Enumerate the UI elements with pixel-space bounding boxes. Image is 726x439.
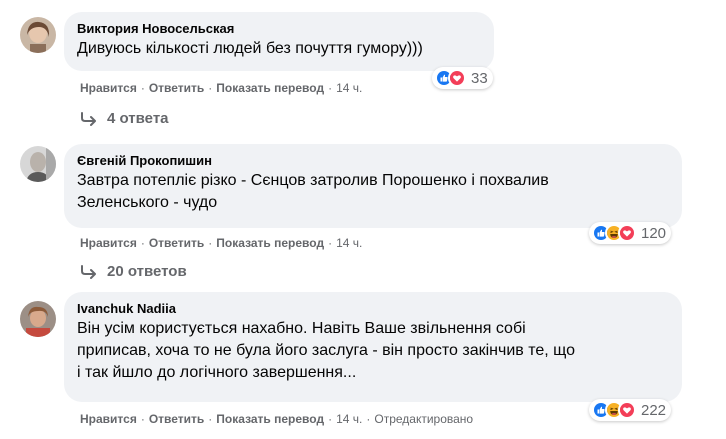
reaction-icons — [435, 69, 466, 87]
reaction-icons — [592, 224, 636, 242]
comment-bubble: Євгеній Прокопишин Завтра потепліє різко… — [64, 144, 682, 228]
comment-actions: Нравится · Ответить · Показать перевод ·… — [80, 412, 473, 426]
reaction-summary[interactable]: 222 — [589, 399, 672, 421]
separator: · — [140, 412, 145, 426]
timestamp[interactable]: 14 ч. — [336, 81, 362, 95]
avatar[interactable] — [20, 301, 56, 337]
reply-link[interactable]: Ответить — [149, 236, 204, 250]
reaction-summary[interactable]: 33 — [432, 67, 493, 89]
view-replies-button[interactable]: 20 ответов — [80, 263, 187, 280]
replies-count-label: 4 ответа — [107, 110, 169, 127]
author-name[interactable]: Євгеній Прокопишин — [77, 152, 670, 169]
translate-link[interactable]: Показать перевод — [216, 236, 324, 250]
like-link[interactable]: Нравится — [80, 412, 137, 426]
comment-text-line: Завтра потепліє різко - Сєнцов затролив … — [77, 172, 549, 189]
comment-actions: Нравится · Ответить · Показать перевод ·… — [80, 236, 362, 250]
reaction-icons — [592, 401, 636, 419]
reply-arrow-icon — [81, 111, 96, 126]
separator: · — [208, 412, 213, 426]
comment-text: Він усім користується нахабно. Навіть Ва… — [77, 318, 670, 384]
love-icon — [618, 401, 636, 419]
reaction-summary[interactable]: 120 — [589, 222, 672, 244]
author-name[interactable]: Виктория Новосельская — [77, 20, 482, 37]
avatar[interactable] — [20, 17, 56, 53]
comment-actions: Нравится · Ответить · Показать перевод ·… — [80, 81, 362, 95]
reply-link[interactable]: Ответить — [149, 81, 204, 95]
separator: · — [140, 236, 145, 250]
separator: · — [328, 412, 333, 426]
reaction-count: 33 — [471, 69, 488, 87]
comment-bubble: Виктория Новосельская Дивуюсь кількості … — [64, 12, 494, 71]
comment-text: Дивуюсь кількості людей без почуття гумо… — [77, 38, 482, 60]
edited-label[interactable]: Отредактировано — [374, 412, 473, 426]
comment-text-line: Дивуюсь кількості людей без почуття гумо… — [77, 40, 423, 57]
translate-link[interactable]: Показать перевод — [216, 81, 324, 95]
love-icon — [618, 224, 636, 242]
timestamp[interactable]: 14 ч. — [336, 236, 362, 250]
comment-text-line: і так йшло до логічного завершення... — [77, 364, 357, 381]
reaction-count: 120 — [641, 224, 667, 242]
timestamp[interactable]: 14 ч. — [336, 412, 362, 426]
separator: · — [328, 81, 333, 95]
comment-text-line: Зеленського - чудо — [77, 194, 218, 211]
reply-arrow-icon — [81, 264, 96, 279]
reply-link[interactable]: Ответить — [149, 412, 204, 426]
like-link[interactable]: Нравится — [80, 236, 137, 250]
comment-text-line: приписав, хоча то не була його заслуга -… — [77, 342, 576, 359]
like-link[interactable]: Нравится — [80, 81, 137, 95]
translate-link[interactable]: Показать перевод — [216, 412, 324, 426]
replies-count-label: 20 ответов — [107, 263, 187, 280]
separator: · — [208, 236, 213, 250]
comment-text: Завтра потепліє різко - Сєнцов затролив … — [77, 170, 670, 214]
comment-text-line: Він усім користується нахабно. Навіть Ва… — [77, 320, 526, 337]
separator: · — [366, 412, 371, 426]
comment-bubble: Ivanchuk Nadiia Він усім користується на… — [64, 292, 682, 402]
avatar[interactable] — [20, 146, 56, 182]
author-name[interactable]: Ivanchuk Nadiia — [77, 300, 670, 317]
love-icon — [448, 69, 466, 87]
separator: · — [140, 81, 145, 95]
separator: · — [208, 81, 213, 95]
reaction-count: 222 — [641, 401, 667, 419]
separator: · — [328, 236, 333, 250]
view-replies-button[interactable]: 4 ответа — [80, 110, 169, 127]
